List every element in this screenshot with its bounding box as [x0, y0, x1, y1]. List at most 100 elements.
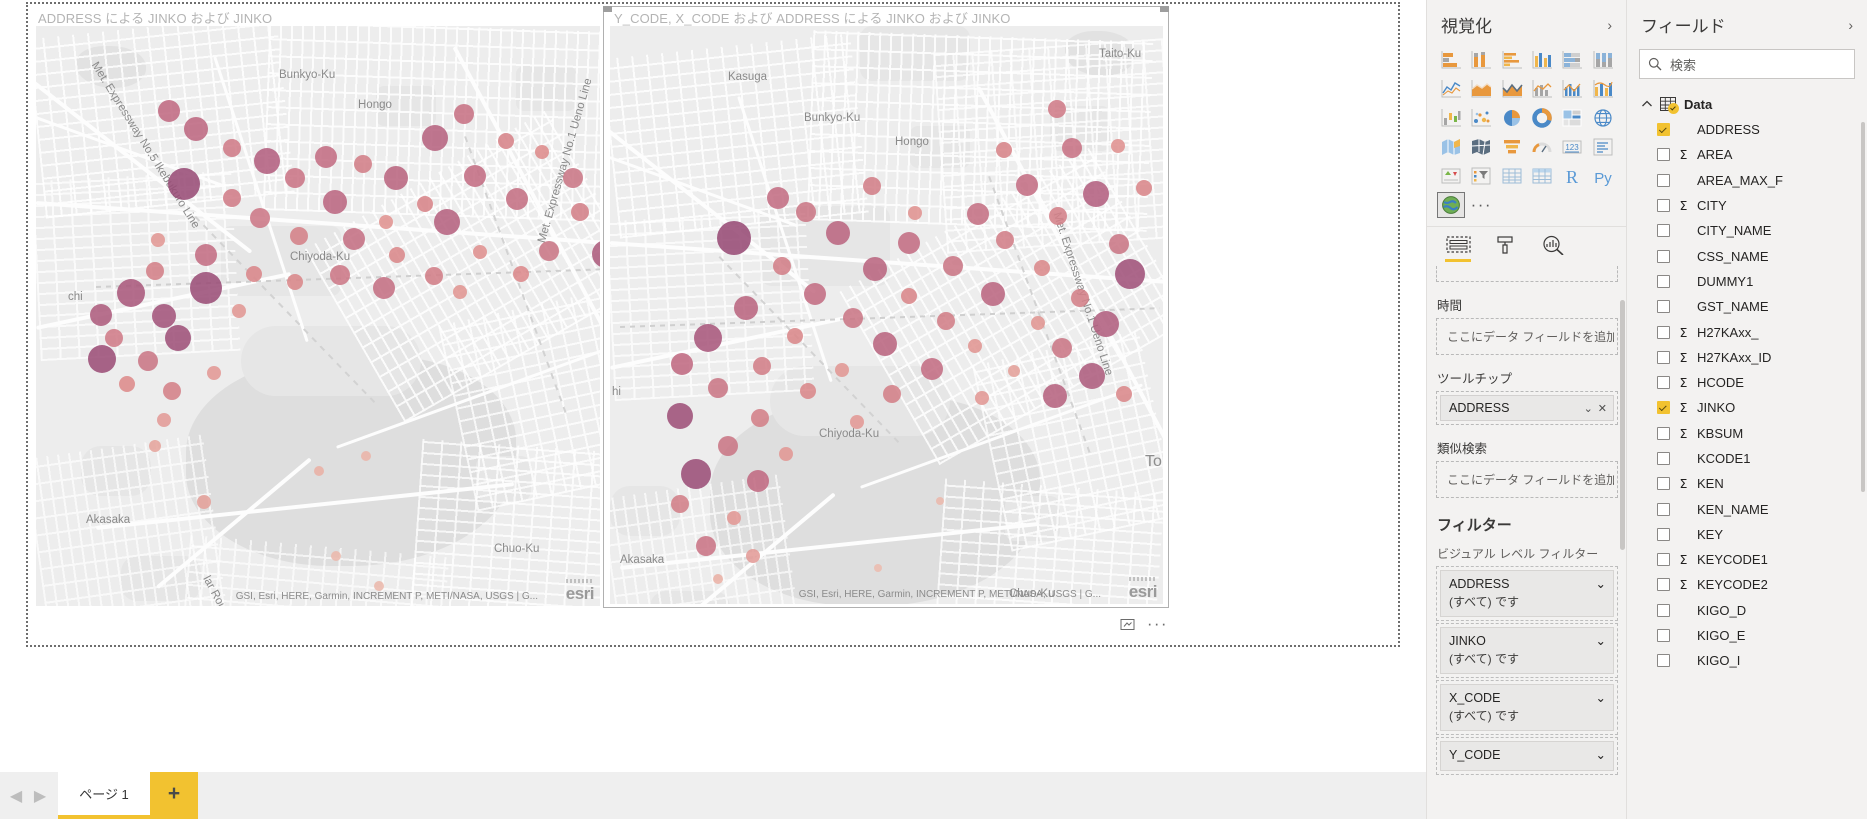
map-data-bubble[interactable] — [696, 536, 716, 556]
map-data-bubble[interactable] — [323, 190, 347, 214]
ribbon-chart-icon[interactable] — [1589, 76, 1617, 102]
map-data-bubble[interactable] — [671, 495, 689, 513]
map-data-bubble[interactable] — [453, 285, 467, 299]
map-data-bubble[interactable] — [232, 304, 246, 318]
map-data-bubble[interactable] — [671, 353, 693, 375]
field-item-kcode1[interactable]: Σ KCODE1 — [1627, 446, 1867, 471]
field-item-kigo_e[interactable]: Σ KIGO_E — [1627, 623, 1867, 648]
field-item-area_max_f[interactable]: Σ AREA_MAX_F — [1627, 168, 1867, 193]
field-item-ken_name[interactable]: Σ KEN_NAME — [1627, 496, 1867, 521]
map-data-bubble[interactable] — [373, 277, 395, 299]
map-data-bubble[interactable] — [751, 409, 769, 427]
map-data-bubble[interactable] — [163, 382, 181, 400]
map-data-bubble[interactable] — [804, 283, 826, 305]
map-data-bubble[interactable] — [1031, 316, 1045, 330]
map-data-bubble[interactable] — [343, 228, 365, 250]
map-data-bubble[interactable] — [921, 358, 943, 380]
focus-mode-icon[interactable] — [1120, 617, 1135, 632]
close-icon[interactable]: ✕ — [1598, 402, 1607, 415]
map-data-bubble[interactable] — [1093, 311, 1119, 337]
field-checkbox-10[interactable] — [1657, 376, 1670, 390]
pie-chart-icon[interactable] — [1498, 105, 1526, 131]
field-checkbox-9[interactable] — [1657, 350, 1670, 364]
map-data-bubble[interactable] — [290, 227, 308, 245]
map-data-bubble[interactable] — [315, 146, 337, 168]
map-data-bubble[interactable] — [850, 415, 864, 429]
visualizations-scrollbar[interactable] — [1620, 300, 1625, 550]
map-data-bubble[interactable] — [1136, 180, 1152, 196]
gauge-icon[interactable] — [1528, 134, 1556, 160]
map-2-canvas[interactable]: KasugaTaito-KuBunkyo-KuHongoMet. Express… — [610, 26, 1163, 604]
map-data-bubble[interactable] — [190, 272, 222, 304]
well-dropzone-2[interactable]: ここにデータ フィールドを追加して... — [1436, 461, 1618, 498]
chevron-down-icon[interactable]: ⌄ — [1596, 747, 1606, 762]
map-data-bubble[interactable] — [539, 241, 559, 261]
clustered-bar-chart-icon[interactable] — [1498, 47, 1526, 73]
map-data-bubble[interactable] — [981, 282, 1005, 306]
donut-chart-icon[interactable] — [1528, 105, 1556, 131]
map-1-canvas[interactable]: Met. Expressway No.5 Ikebukuro Line Bunky… — [36, 26, 600, 606]
map-data-bubble[interactable] — [223, 139, 241, 157]
chevron-down-icon[interactable]: ⌄ — [1596, 576, 1606, 591]
stacked-column-chart-icon[interactable] — [1467, 47, 1495, 73]
map-data-bubble[interactable] — [149, 440, 161, 452]
map-data-bubble[interactable] — [779, 447, 793, 461]
add-page-button[interactable]: + — [150, 772, 198, 819]
table-icon[interactable] — [1498, 163, 1526, 189]
map-data-bubble[interactable] — [796, 202, 816, 222]
map-data-bubble[interactable] — [747, 470, 769, 492]
map-data-bubble[interactable] — [734, 296, 758, 320]
map-data-bubble[interactable] — [826, 221, 850, 245]
map-data-bubble[interactable] — [727, 511, 741, 525]
map-data-bubble[interactable] — [1115, 259, 1145, 289]
map-data-bubble[interactable] — [943, 256, 963, 276]
kpi-icon[interactable] — [1437, 163, 1465, 189]
map-data-bubble[interactable] — [1052, 338, 1072, 358]
treemap-icon[interactable] — [1558, 105, 1586, 131]
map-data-bubble[interactable] — [513, 266, 529, 282]
map-data-bubble[interactable] — [119, 376, 135, 392]
field-item-city[interactable]: Σ CITY — [1627, 193, 1867, 218]
map-data-bubble[interactable] — [967, 203, 989, 225]
field-checkbox-3[interactable] — [1657, 199, 1670, 213]
filter-card-y_code[interactable]: Y_CODE ⌄ — [1436, 737, 1618, 775]
map-data-bubble[interactable] — [331, 551, 341, 561]
clustered-column-chart-icon[interactable] — [1528, 47, 1556, 73]
map-data-bubble[interactable] — [773, 257, 791, 275]
filter-card-address[interactable]: ADDRESS ⌄ (すべて) です — [1436, 566, 1618, 621]
map-data-bubble[interactable] — [422, 125, 448, 151]
page-tab-1[interactable]: ページ 1 — [58, 772, 150, 819]
field-checkbox-17[interactable] — [1657, 553, 1670, 567]
scatter-chart-icon[interactable] — [1467, 105, 1495, 131]
map-data-bubble[interactable] — [207, 366, 221, 380]
map-data-bubble[interactable] — [506, 188, 528, 210]
field-checkbox-19[interactable] — [1657, 603, 1670, 617]
map-data-bubble[interactable] — [254, 148, 280, 174]
field-checkbox-8[interactable] — [1657, 325, 1670, 339]
hundred-percent-stacked-column-chart-icon[interactable] — [1589, 47, 1617, 73]
line-chart-icon[interactable] — [1437, 76, 1465, 102]
multi-row-card-icon[interactable] — [1589, 134, 1617, 160]
field-checkbox-0[interactable] — [1657, 123, 1670, 137]
map-data-bubble[interactable] — [165, 325, 191, 351]
map-data-bubble[interactable] — [138, 351, 158, 371]
map-data-bubble[interactable] — [908, 206, 922, 220]
map-data-bubble[interactable] — [874, 564, 882, 572]
map-data-bubble[interactable] — [563, 168, 583, 188]
well-dropzone-1[interactable]: ADDRESS ⌄ ✕ — [1436, 391, 1618, 425]
field-item-city_name[interactable]: Σ CITY_NAME — [1627, 218, 1867, 243]
map-data-bubble[interactable] — [937, 312, 955, 330]
field-item-h27kaxx_id[interactable]: Σ H27KAxx_ID — [1627, 345, 1867, 370]
field-item-jinko[interactable]: Σ JINKO — [1627, 395, 1867, 420]
map-data-bubble[interactable] — [767, 187, 789, 209]
field-checkbox-1[interactable] — [1657, 148, 1670, 162]
map-data-bubble[interactable] — [718, 436, 738, 456]
map-data-bubble[interactable] — [1008, 365, 1020, 377]
collapse-visualizations-icon[interactable]: › — [1607, 18, 1612, 32]
map-data-bubble[interactable] — [996, 142, 1012, 158]
map-data-bubble[interactable] — [1116, 386, 1132, 402]
map-data-bubble[interactable] — [330, 265, 350, 285]
arcgis-maps-icon[interactable] — [1437, 192, 1465, 218]
page-prev-button[interactable]: ◀ — [10, 788, 22, 805]
analytics-tab[interactable] — [1541, 235, 1567, 265]
